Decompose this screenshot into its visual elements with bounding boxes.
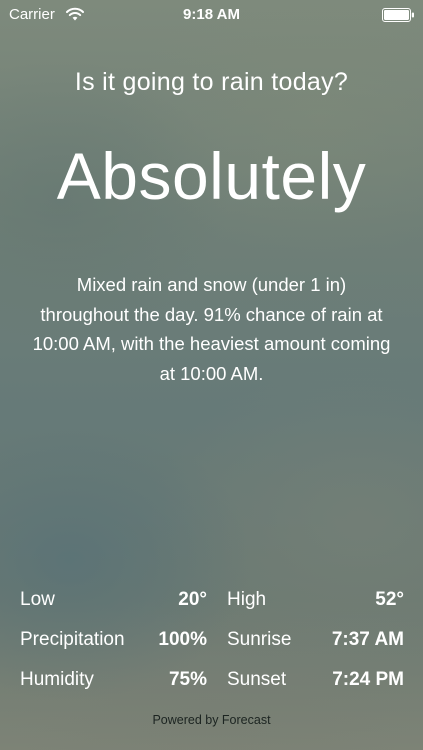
stats-row-humidity-sunset: Humidity 75% Sunset 7:24 PM	[20, 669, 404, 699]
answer-text: Absolutely	[56, 139, 367, 213]
forecast-summary: Mixed rain and snow (under 1 in) through…	[32, 274, 391, 384]
precipitation-value: 100%	[158, 629, 207, 650]
sunset-label: Sunset	[227, 669, 287, 690]
status-bar: Carrier 9:18 AM	[0, 0, 423, 30]
sunrise-value: 7:37 AM	[331, 629, 404, 650]
high-label: High	[227, 589, 267, 610]
high-value: 52°	[375, 589, 404, 610]
low-label: Low	[20, 589, 55, 610]
stats-row-temperature: Low 20° High 52°	[20, 589, 404, 619]
humidity-label: Humidity	[20, 669, 94, 690]
low-value: 20°	[178, 589, 207, 610]
weather-screen: Carrier 9:18 AM Is it going to rain toda…	[0, 0, 423, 750]
sunset-value: 7:24 PM	[332, 669, 404, 690]
stats-row-precip-sunrise: Precipitation 100% Sunrise 7:37 AM	[20, 629, 404, 659]
status-time: 9:18 AM	[183, 6, 240, 23]
sunrise-label: Sunrise	[227, 629, 292, 650]
question-heading: Is it going to rain today?	[74, 68, 349, 96]
powered-by-link[interactable]: Powered by Forecast	[0, 713, 423, 727]
humidity-value: 75%	[168, 669, 207, 690]
battery-full-icon	[382, 8, 415, 26]
weather-stats: Low 20° High 52° Precipitation 100% Sunr…	[20, 589, 404, 709]
precipitation-label: Precipitation	[20, 629, 125, 650]
